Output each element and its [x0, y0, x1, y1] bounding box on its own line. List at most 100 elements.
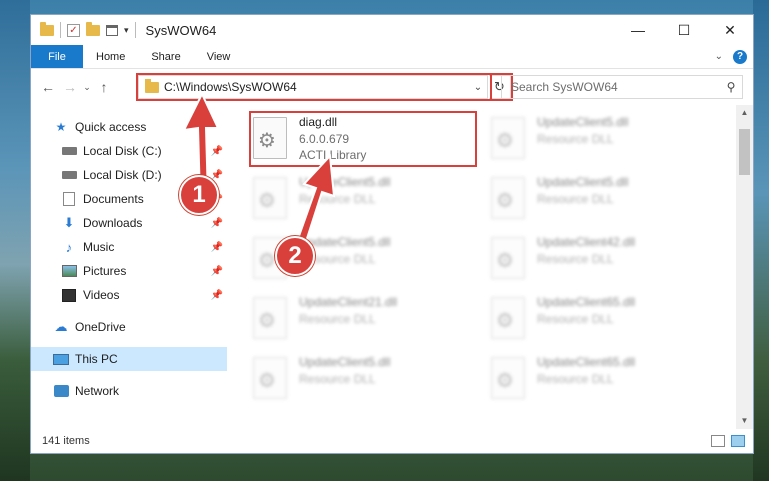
- sidebar-item-local-disk-c[interactable]: Local Disk (C:) 📌: [31, 139, 227, 163]
- pin-icon[interactable]: 📌: [211, 218, 223, 229]
- sidebar-item-videos[interactable]: Videos 📌: [31, 283, 227, 307]
- documents-icon: [61, 192, 77, 206]
- quick-access-toolbar: ✓ ▾: [31, 21, 136, 38]
- vertical-scrollbar[interactable]: ▲ ▼: [736, 105, 753, 429]
- pin-icon[interactable]: 📌: [211, 266, 223, 277]
- file-description: Resource DLL: [537, 312, 614, 326]
- file-name: UpdateClient65.dll: [537, 295, 636, 309]
- tab-home[interactable]: Home: [83, 45, 138, 68]
- list-item[interactable]: UpdateClient5.dll Resource DLL: [253, 355, 483, 411]
- close-button[interactable]: ✕: [707, 15, 753, 45]
- network-icon: [53, 384, 69, 398]
- tab-share[interactable]: Share: [138, 45, 193, 68]
- sidebar-item-label: Local Disk (C:): [83, 144, 162, 158]
- dll-file-icon: [253, 357, 287, 399]
- sidebar-item-quick-access[interactable]: ★ Quick access: [31, 115, 227, 139]
- sidebar-item-label: Downloads: [83, 216, 143, 230]
- new-folder-icon[interactable]: [86, 21, 100, 36]
- minimize-button[interactable]: —: [615, 15, 661, 45]
- file-description: Resource DLL: [299, 312, 376, 326]
- back-arrow-icon[interactable]: ←: [37, 79, 59, 95]
- explorer-window: ✓ ▾ SysWOW64 — ☐ ✕ File Home Share View …: [30, 14, 754, 454]
- sidebar-item-this-pc[interactable]: This PC: [31, 347, 227, 371]
- cloud-icon: ☁: [54, 319, 68, 334]
- sidebar-item-label: Pictures: [83, 264, 127, 278]
- folder-icon: [145, 78, 159, 93]
- dll-file-icon: [491, 357, 525, 399]
- sidebar-item-onedrive[interactable]: ☁ OneDrive: [31, 315, 227, 339]
- window-title: SysWOW64: [145, 22, 217, 38]
- sidebar-item-label: OneDrive: [75, 320, 126, 334]
- sidebar-item-label: Local Disk (D:): [83, 168, 162, 182]
- customize-icon[interactable]: [106, 24, 118, 36]
- list-item[interactable]: UpdateClient65.dll Resource DLL: [491, 355, 721, 411]
- details-view-icon[interactable]: [711, 435, 725, 447]
- file-description: Resource DLL: [537, 132, 614, 146]
- dll-file-icon: [491, 117, 525, 159]
- sidebar-item-network[interactable]: Network: [31, 379, 227, 403]
- address-path: C:\Windows\SysWOW64: [164, 80, 297, 94]
- star-icon: ★: [55, 120, 67, 134]
- pin-icon[interactable]: 📌: [211, 290, 223, 301]
- callout-badge-1: 1: [179, 175, 219, 215]
- search-input[interactable]: Search SysWOW64 ⚲: [501, 75, 743, 99]
- pin-icon[interactable]: 📌: [211, 170, 223, 181]
- recent-chevron-icon[interactable]: ⌄: [81, 82, 93, 93]
- status-bar: 141 items: [31, 429, 753, 453]
- tiles-view-icon[interactable]: [731, 435, 745, 447]
- pin-icon[interactable]: 📌: [211, 242, 223, 253]
- sidebar-item-label: This PC: [75, 352, 118, 366]
- list-item[interactable]: UpdateClient5.dll Resource DLL: [491, 115, 721, 171]
- dll-file-icon: [253, 117, 287, 159]
- dll-file-icon: [491, 177, 525, 219]
- sidebar-item-label: Network: [75, 384, 120, 398]
- explorer-body: ★ Quick access Local Disk (C:) 📌 Local D…: [31, 105, 753, 429]
- chevron-down-icon[interactable]: ⌄: [469, 82, 487, 93]
- sidebar-item-music[interactable]: ♪ Music 📌: [31, 235, 227, 259]
- file-description: Resource DLL: [537, 192, 614, 206]
- file-name: diag.dll: [299, 115, 338, 129]
- search-placeholder: Search SysWOW64: [511, 80, 618, 94]
- scroll-thumb[interactable]: [739, 129, 750, 175]
- sidebar-item-label: Videos: [83, 288, 120, 302]
- properties-check-icon[interactable]: ✓: [67, 23, 80, 37]
- dll-file-icon: [491, 297, 525, 339]
- expand-ribbon-icon[interactable]: ⌄: [715, 51, 723, 62]
- file-name: UpdateClient5.dll: [537, 115, 629, 129]
- file-item-diag-dll[interactable]: diag.dll 6.0.0.679 ACTI Library: [253, 115, 483, 171]
- scroll-down-icon[interactable]: ▼: [736, 413, 753, 429]
- dll-file-icon: [253, 177, 287, 219]
- ribbon: File Home Share View ⌄ ?: [31, 45, 753, 69]
- tab-view[interactable]: View: [194, 45, 244, 68]
- list-item[interactable]: UpdateClient42.dll Resource DLL: [491, 235, 721, 291]
- download-icon: ⬇: [63, 215, 75, 230]
- search-icon[interactable]: ⚲: [720, 80, 742, 94]
- list-item[interactable]: UpdateClient65.dll Resource DLL: [491, 295, 721, 351]
- file-name: UpdateClient5.dll: [299, 175, 391, 189]
- up-arrow-icon[interactable]: ↑: [93, 79, 115, 95]
- file-name: UpdateClient5.dll: [299, 355, 391, 369]
- scroll-up-icon[interactable]: ▲: [736, 105, 753, 121]
- drive-icon: [61, 144, 77, 158]
- sidebar-item-pictures[interactable]: Pictures 📌: [31, 259, 227, 283]
- pin-icon[interactable]: 📌: [211, 146, 223, 157]
- list-item[interactable]: UpdateClient5.dll Resource DLL: [253, 175, 483, 231]
- maximize-button[interactable]: ☐: [661, 15, 707, 45]
- callout-badge-2: 2: [275, 236, 315, 276]
- tab-file[interactable]: File: [31, 45, 83, 68]
- dll-file-icon: [253, 297, 287, 339]
- chevron-down-icon[interactable]: ▾: [124, 25, 129, 36]
- computer-icon: [53, 352, 69, 366]
- help-icon[interactable]: ?: [733, 49, 747, 64]
- music-icon: ♪: [65, 239, 73, 255]
- address-bar[interactable]: C:\Windows\SysWOW64 ⌄: [138, 75, 488, 99]
- title-bar: ✓ ▾ SysWOW64 — ☐ ✕: [31, 15, 753, 45]
- videos-icon: [61, 288, 77, 302]
- list-item[interactable]: UpdateClient21.dll Resource DLL: [253, 295, 483, 351]
- desktop-wallpaper-right: [753, 0, 769, 481]
- list-item[interactable]: UpdateClient5.dll Resource DLL: [491, 175, 721, 231]
- window-controls: — ☐ ✕: [615, 15, 753, 45]
- file-name: UpdateClient65.dll: [537, 355, 636, 369]
- file-name: UpdateClient21.dll: [299, 295, 398, 309]
- forward-arrow-icon[interactable]: →: [59, 79, 81, 95]
